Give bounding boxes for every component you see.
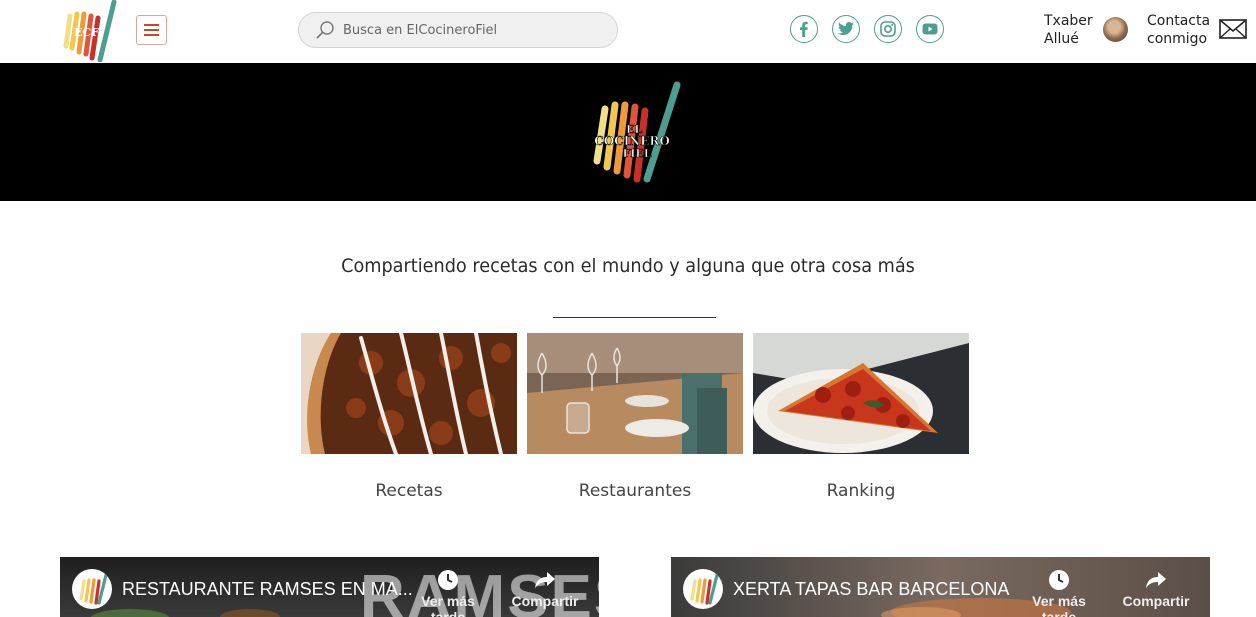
- ranking-image[interactable]: [753, 333, 969, 454]
- share-button[interactable]: Compartir: [505, 569, 585, 609]
- search-icon: [316, 21, 334, 39]
- facebook-icon[interactable]: [790, 15, 818, 43]
- search-input[interactable]: [343, 22, 593, 38]
- watch-later-button[interactable]: Ver más tarde: [1019, 569, 1099, 617]
- twitter-icon[interactable]: [832, 15, 860, 43]
- share-button[interactable]: Compartir: [1116, 569, 1196, 609]
- mail-icon[interactable]: [1219, 18, 1247, 40]
- category-label[interactable]: Ranking: [753, 481, 969, 501]
- share-icon: [535, 572, 555, 588]
- social-links: [790, 15, 944, 43]
- channel-logo[interactable]: [72, 569, 112, 609]
- clock-icon: [1049, 570, 1069, 590]
- watch-later-label: Ver más tarde: [421, 593, 475, 617]
- restaurantes-image[interactable]: [527, 333, 743, 454]
- divider: [553, 317, 716, 318]
- hero-logo: EL COCINERO FIEL: [593, 81, 681, 183]
- search-bar[interactable]: [298, 12, 618, 48]
- clock-icon: [438, 570, 458, 590]
- contact-link[interactable]: Contacta conmigo: [1147, 12, 1217, 48]
- video-embed-xerta[interactable]: XERTA TAPAS BAR BARCELONA Ver más tarde …: [671, 557, 1210, 617]
- share-label: Compartir: [1122, 593, 1190, 609]
- category-label[interactable]: Restaurantes: [527, 481, 743, 501]
- site-logo[interactable]: ECF: [62, 0, 120, 62]
- svg-text:ECF: ECF: [74, 26, 99, 39]
- watch-later-label: Ver más tarde: [1032, 593, 1086, 617]
- category-card-ranking[interactable]: Ranking: [753, 333, 969, 501]
- menu-line-icon: [144, 29, 159, 31]
- share-icon: [1146, 572, 1166, 588]
- video-title[interactable]: XERTA TAPAS BAR BARCELONA: [733, 579, 1009, 600]
- watch-later-button[interactable]: Ver más tarde: [408, 569, 488, 617]
- category-label[interactable]: Recetas: [301, 481, 517, 501]
- share-label: Compartir: [511, 593, 579, 609]
- top-header: ECF Txaber Allué Contacta conmigo: [0, 0, 1256, 63]
- tagline: Compartiendo recetas con el mundo y algu…: [341, 255, 915, 277]
- category-card-restaurantes[interactable]: Restaurantes: [527, 333, 743, 501]
- recetas-image[interactable]: [301, 333, 517, 454]
- hamburger-menu-button[interactable]: [136, 15, 167, 45]
- hero-banner: EL COCINERO FIEL: [0, 63, 1256, 201]
- video-embed-ramses[interactable]: RAMSES RESTAURANTE RAMSES EN MA... Ver m…: [60, 557, 599, 617]
- category-card-recetas[interactable]: Recetas: [301, 333, 517, 501]
- avatar[interactable]: [1103, 17, 1128, 42]
- menu-line-icon: [144, 34, 159, 36]
- svg-text:FIEL: FIEL: [622, 147, 651, 160]
- menu-line-icon: [144, 24, 159, 26]
- instagram-icon[interactable]: [874, 15, 902, 43]
- svg-text:COCINERO: COCINERO: [594, 134, 670, 148]
- video-title[interactable]: RESTAURANTE RAMSES EN MA...: [122, 579, 413, 600]
- youtube-icon[interactable]: [916, 15, 944, 43]
- channel-logo[interactable]: [683, 569, 723, 609]
- user-name[interactable]: Txaber Allué: [1044, 12, 1100, 48]
